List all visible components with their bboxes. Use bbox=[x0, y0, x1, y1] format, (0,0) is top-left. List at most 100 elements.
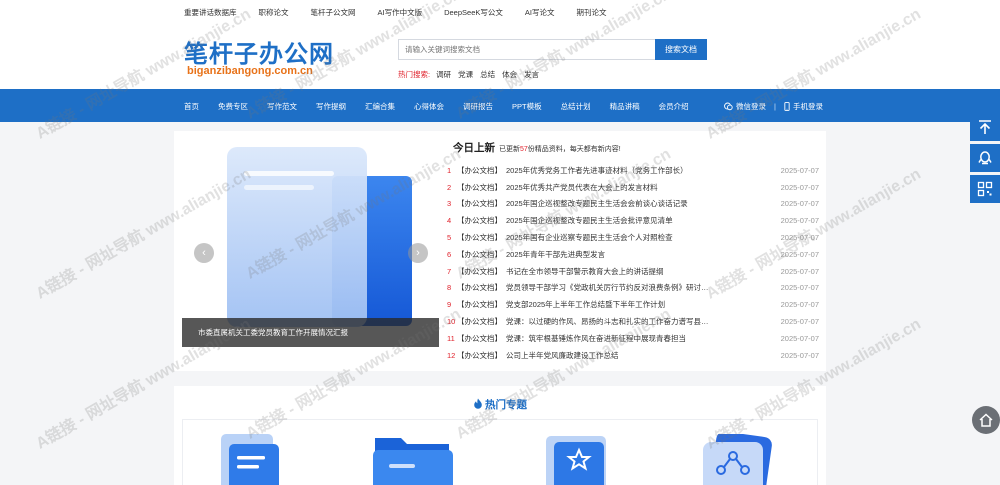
top-link-deepseek[interactable]: DeepSeeK写公文 bbox=[444, 7, 503, 18]
document-row-number: 4 bbox=[447, 216, 452, 226]
document-row[interactable]: 11 【办公文档】 党课：筑牢根基锤炼作风在奋进新征程中展现青春担当 2025-07-… bbox=[447, 330, 819, 347]
nav-item-research[interactable]: 调研报告 bbox=[463, 101, 493, 112]
document-row-category[interactable]: 【办公文档】 bbox=[457, 316, 502, 327]
wechat-icon bbox=[724, 102, 733, 111]
document-row[interactable]: 3 【办公文档】 2025年国企巡视整改专题民主生活会会前谈心谈话记录 2025-07… bbox=[447, 196, 819, 213]
top-link-speech-db[interactable]: 重要讲话数据库 bbox=[184, 7, 237, 18]
document-row[interactable]: 1 【办公文档】 2025年优秀党务工作者先进事迹材料（党务工作部长） 2025-07… bbox=[447, 162, 819, 179]
document-row-date: 2025-07-07 bbox=[780, 300, 819, 310]
wechat-login-link[interactable]: 微信登录 bbox=[736, 101, 766, 112]
document-row[interactable]: 4 【办公文档】 2025年国企巡视整改专题民主生活会批评意见清单 2025-07-0… bbox=[447, 212, 819, 229]
document-row-date: 2025-07-07 bbox=[780, 216, 819, 226]
hot-topics-heading: 热门专题 bbox=[174, 397, 826, 412]
qrcode-button[interactable] bbox=[970, 175, 1000, 203]
document-row-category[interactable]: 【办公文档】 bbox=[457, 215, 502, 226]
banner-slider[interactable]: ‹ › 市委直属机关工委党员教育工作开展情况汇报 bbox=[182, 141, 439, 347]
hot-search-item[interactable]: 总结 bbox=[480, 69, 495, 80]
top-link-journal[interactable]: 期刊论文 bbox=[576, 7, 606, 18]
today-sub-suffix: 份精品资料，每天都有新内容! bbox=[527, 146, 621, 153]
document-row-category[interactable]: 【办公文档】 bbox=[457, 232, 502, 243]
nav-item-collections[interactable]: 汇编合集 bbox=[365, 101, 395, 112]
document-card-icon[interactable] bbox=[213, 434, 293, 485]
nav-item-summary[interactable]: 总结计划 bbox=[561, 101, 591, 112]
document-row-title[interactable]: 2025年国企巡视整改专题民主生活会批评意见清单 bbox=[506, 215, 763, 226]
hot-search-item[interactable]: 党课 bbox=[458, 69, 473, 80]
hot-search-item[interactable]: 体会 bbox=[502, 69, 517, 80]
document-row-title[interactable]: 2025年青年干部先进典型发言 bbox=[506, 249, 763, 260]
nav-login: 微信登录 | 手机登录 bbox=[724, 101, 823, 112]
search-button[interactable]: 搜索文档 bbox=[655, 39, 707, 60]
document-row-number: 9 bbox=[447, 300, 452, 310]
document-row[interactable]: 9 【办公文档】 党支部2025年上半年工作总结暨下半年工作计划 2025-07-07 bbox=[447, 296, 819, 313]
home-float-button[interactable] bbox=[972, 406, 1000, 434]
document-row[interactable]: 8 【办公文档】 党员领导干部学习《党政机关厉行节约反对浪费条例》研讨… 2025-0… bbox=[447, 280, 819, 297]
phone-login-link[interactable]: 手机登录 bbox=[793, 101, 823, 112]
document-row-title[interactable]: 2025年优秀共产党员代表在大会上的发言材料 bbox=[506, 182, 763, 193]
document-row[interactable]: 7 【办公文档】 书记在全市领导干部警示教育大会上的讲话提纲 2025-07-07 bbox=[447, 263, 819, 280]
arrow-up-icon bbox=[979, 120, 991, 134]
customer-service-button[interactable] bbox=[970, 144, 1000, 172]
star-document-card-icon[interactable] bbox=[538, 434, 618, 485]
document-row-title[interactable]: 公司上半年党风廉政建设工作总结 bbox=[506, 350, 763, 361]
top-link-ai-writing[interactable]: AI写作中文版 bbox=[378, 7, 423, 18]
nav-item-membership[interactable]: 会员介绍 bbox=[659, 101, 689, 112]
document-row-category[interactable]: 【办公文档】 bbox=[457, 165, 502, 176]
document-row-number: 2 bbox=[447, 182, 452, 192]
document-row-date: 2025-07-07 bbox=[780, 165, 819, 175]
site-logo[interactable]: 笔杆子办公网 bbox=[184, 34, 334, 69]
document-row-category[interactable]: 【办公文档】 bbox=[457, 249, 502, 260]
nav-items: 首页 免费专区 写作范文 写作提纲 汇编合集 心得体会 调研报告 PPT模板 总… bbox=[184, 101, 708, 112]
nav-item-insights[interactable]: 心得体会 bbox=[414, 101, 444, 112]
document-row-title[interactable]: 党课：以过硬的作风、昂扬的斗志和扎实的工作奋力谱写县… bbox=[506, 316, 763, 327]
document-row[interactable]: 10 【办公文档】 党课：以过硬的作风、昂扬的斗志和扎实的工作奋力谱写县… 2025-… bbox=[447, 313, 819, 330]
document-row-number: 6 bbox=[447, 249, 452, 259]
nav-item-speeches[interactable]: 精品讲稿 bbox=[610, 101, 640, 112]
document-row-date: 2025-07-07 bbox=[780, 317, 819, 327]
hot-search-item[interactable]: 发言 bbox=[524, 69, 539, 80]
document-row-title[interactable]: 党员领导干部学习《党政机关厉行节约反对浪费条例》研讨… bbox=[506, 282, 763, 293]
document-row-title[interactable]: 党支部2025年上半年工作总结暨下半年工作计划 bbox=[506, 299, 763, 310]
slider-caption[interactable]: 市委直属机关工委党员教育工作开展情况汇报 bbox=[182, 318, 439, 347]
document-row-category[interactable]: 【办公文档】 bbox=[457, 282, 502, 293]
document-row[interactable]: 6 【办公文档】 2025年青年干部先进典型发言 2025-07-07 bbox=[447, 246, 819, 263]
top-link-title-paper[interactable]: 职称论文 bbox=[259, 7, 289, 18]
main-nav: 首页 免费专区 写作范文 写作提纲 汇编合集 心得体会 调研报告 PPT模板 总… bbox=[0, 89, 1000, 122]
hot-topics-title: 热门专题 bbox=[485, 399, 527, 411]
document-row-category[interactable]: 【办公文档】 bbox=[457, 266, 502, 277]
document-row[interactable]: 12 【办公文档】 公司上半年党风廉政建设工作总结 2025-07-07 bbox=[447, 347, 819, 364]
nav-item-ppt[interactable]: PPT模板 bbox=[512, 101, 542, 112]
document-row-category[interactable]: 【办公文档】 bbox=[457, 350, 502, 361]
top-bar: 重要讲话数据库 职称论文 笔杆子公文网 AI写作中文版 DeepSeeK写公文 … bbox=[0, 0, 1000, 22]
phone-icon bbox=[784, 102, 790, 111]
document-row-title[interactable]: 书记在全市领导干部警示教育大会上的讲话提纲 bbox=[506, 266, 763, 277]
document-row-category[interactable]: 【办公文档】 bbox=[457, 333, 502, 344]
document-row[interactable]: 5 【办公文档】 2025年国有企业巡察专题民主生活会个人对照检查 2025-07-0… bbox=[447, 229, 819, 246]
today-title: 今日上新 bbox=[453, 142, 495, 154]
document-row-title[interactable]: 党课：筑牢根基锤炼作风在奋进新征程中展现青春担当 bbox=[506, 333, 763, 344]
topic-cards bbox=[182, 419, 818, 485]
document-row[interactable]: 2 【办公文档】 2025年优秀共产党员代表在大会上的发言材料 2025-07-07 bbox=[447, 179, 819, 196]
nav-item-home[interactable]: 首页 bbox=[184, 101, 199, 112]
latest-section: ‹ › 市委直属机关工委党员教育工作开展情况汇报 今日上新 已更新57份精品资料… bbox=[174, 131, 826, 371]
share-card-icon[interactable] bbox=[693, 434, 783, 485]
document-row-category[interactable]: 【办公文档】 bbox=[457, 182, 502, 193]
document-row-number: 7 bbox=[447, 266, 452, 276]
top-link-ai-paper[interactable]: AI写论文 bbox=[525, 7, 555, 18]
document-row-category[interactable]: 【办公文档】 bbox=[457, 299, 502, 310]
document-row-title[interactable]: 2025年国企巡视整改专题民主生活会会前谈心谈话记录 bbox=[506, 198, 763, 209]
nav-item-samples[interactable]: 写作范文 bbox=[267, 101, 297, 112]
hot-search-item[interactable]: 调研 bbox=[436, 69, 451, 80]
document-row-category[interactable]: 【办公文档】 bbox=[457, 198, 502, 209]
nav-item-free[interactable]: 免费专区 bbox=[218, 101, 248, 112]
top-link-biganzi[interactable]: 笔杆子公文网 bbox=[311, 7, 356, 18]
document-row-title[interactable]: 2025年优秀党务工作者先进事迹材料（党务工作部长） bbox=[506, 165, 763, 176]
slider-prev-button[interactable]: ‹ bbox=[194, 243, 214, 263]
document-row-number: 1 bbox=[447, 165, 452, 175]
slider-next-button[interactable]: › bbox=[408, 243, 428, 263]
folder-card-icon[interactable] bbox=[367, 434, 457, 485]
document-row-title[interactable]: 2025年国有企业巡察专题民主生活会个人对照检查 bbox=[506, 232, 763, 243]
back-to-top-button[interactable] bbox=[970, 113, 1000, 141]
search-input[interactable] bbox=[398, 39, 656, 60]
nav-item-outlines[interactable]: 写作提纲 bbox=[316, 101, 346, 112]
hot-search-label: 热门搜索: bbox=[398, 70, 431, 79]
